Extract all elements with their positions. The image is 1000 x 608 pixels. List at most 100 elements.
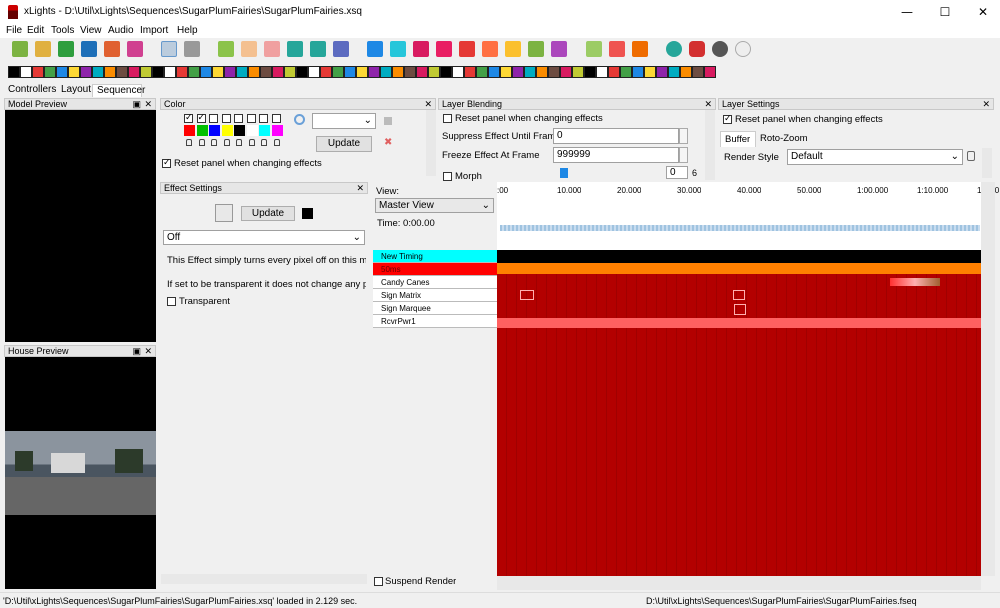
lock-icon[interactable] [261,139,267,146]
freeze-field[interactable]: 999999 [553,147,679,163]
effect-palette-icon[interactable] [632,66,644,78]
fast-forward-icon[interactable] [310,41,326,57]
effect-block[interactable] [733,290,745,300]
effect-palette-icon[interactable] [380,66,392,78]
tab-layout[interactable]: Layout [57,84,93,97]
pause-icon[interactable] [241,41,257,57]
effect-palette-icon[interactable] [464,66,476,78]
effect-palette-icon[interactable] [704,66,716,78]
settings-scrollbar[interactable] [982,148,992,178]
close-button[interactable]: ✕ [960,0,1000,24]
row-rcvrpwr1[interactable]: RcvrPwr1 [373,315,497,328]
stop-icon[interactable] [264,41,280,57]
timeline-v-scrollbar[interactable] [981,182,995,576]
color-reset-checkbox[interactable]: ✓ [162,157,171,168]
effect-palette-icon[interactable] [620,66,632,78]
lock-icon[interactable] [211,139,217,146]
effect-settings-scrollbar[interactable] [161,574,367,584]
menu-import[interactable]: Import [140,25,168,36]
morph-slider-thumb[interactable] [560,168,568,178]
effect-palette-icon[interactable] [332,66,344,78]
effect-block[interactable] [734,304,746,315]
effect-palette-icon[interactable] [644,66,656,78]
effect-palette-icon[interactable] [476,66,488,78]
effect-palette-icon[interactable] [344,66,356,78]
effect-palette-icon[interactable] [320,66,332,78]
lock-icon[interactable] [236,139,242,146]
tab-sequencer[interactable]: Sequencer [92,84,145,97]
lock-icon[interactable] [198,139,205,146]
effect-palette-icon[interactable] [416,66,428,78]
close-icon[interactable]: ✕ [144,99,152,110]
zoom-out-icon[interactable] [609,41,625,57]
effect-palette-icon[interactable] [200,66,212,78]
effect-palette-icon[interactable] [524,66,536,78]
transparent-checkbox[interactable] [167,297,176,306]
lock-icon[interactable] [273,139,280,146]
effect-palette-icon[interactable] [128,66,140,78]
effect-palette-icon[interactable] [656,66,668,78]
row-sign-matrix[interactable]: Sign Matrix [373,289,497,302]
palette-swatch[interactable] [196,125,208,136]
repeat-icon[interactable] [333,41,349,57]
model-preview-canvas[interactable] [5,110,156,342]
palette-checkbox[interactable] [271,114,281,123]
effect-palette-icon[interactable] [68,66,80,78]
palette-checkbox[interactable] [221,114,231,123]
house-preview-canvas[interactable] [5,357,156,589]
palette-checkbox[interactable]: ✓ [196,112,206,123]
effect-palette-icon[interactable] [584,66,596,78]
menu-file[interactable]: File [6,25,22,36]
lock-icon[interactable] [223,139,230,146]
color-wheel-icon[interactable] [294,114,305,125]
restore-icon[interactable]: ▣ [132,99,141,110]
effect-palette-icon[interactable] [680,66,692,78]
effect-palette-icon[interactable] [92,66,104,78]
palette-swatch[interactable] [246,125,258,136]
effect-palette-icon[interactable] [488,66,500,78]
palette-swatch[interactable] [221,125,233,136]
freeze-spinner[interactable] [679,147,688,163]
effect-palette-icon[interactable] [284,66,296,78]
row-sign-marquee[interactable]: Sign Marquee [373,302,497,315]
row-candy-canes[interactable]: Candy Canes [373,276,497,289]
help-icon[interactable] [666,41,682,57]
effect-palette-icon[interactable] [224,66,236,78]
stop-sign-icon[interactable] [689,41,705,57]
effects-icon[interactable] [413,41,429,57]
effect-palette-icon[interactable] [176,66,188,78]
row-new-timing[interactable]: New Timing [373,250,497,263]
palette-swatch[interactable] [259,125,270,136]
effect-palette-icon[interactable] [116,66,128,78]
new-sequence-icon[interactable] [12,41,28,57]
effect-palette-icon[interactable] [596,66,608,78]
color-palette-icon[interactable] [127,41,143,57]
effect-palette-icon[interactable] [392,66,404,78]
lock-icon[interactable] [186,139,192,146]
house-icon[interactable] [482,41,498,57]
open-folder-icon[interactable] [35,41,51,57]
render-style-dropdown[interactable]: Default ⌄ [787,149,963,165]
color-update-button[interactable]: Update [316,136,372,152]
tab-roto-zoom[interactable]: Roto-Zoom [760,133,808,144]
close-icon[interactable]: ✕ [144,346,152,357]
effect-palette-icon[interactable] [308,66,320,78]
row-50ms[interactable]: 50ms [373,263,497,276]
timing-track-50ms[interactable] [497,263,981,274]
rewind-icon[interactable] [287,41,303,57]
effect-palette-icon[interactable] [164,66,176,78]
effect-palette-icon[interactable] [452,66,464,78]
close-icon[interactable]: ✕ [424,99,432,110]
effect-palette-icon[interactable] [536,66,548,78]
audio-waveform[interactable] [500,225,980,231]
suspend-render-checkbox[interactable] [374,577,383,586]
effect-palette-icon[interactable] [572,66,584,78]
effect-palette-icon[interactable] [236,66,248,78]
close-icon[interactable]: ✕ [704,99,712,110]
bulb-off-icon[interactable] [712,41,728,57]
lock-icon[interactable] [248,139,255,146]
play-icon[interactable] [218,41,234,57]
effect-palette-icon[interactable] [8,66,20,78]
effect-palette-icon[interactable] [428,66,440,78]
timeline-h-scrollbar[interactable] [497,576,981,590]
